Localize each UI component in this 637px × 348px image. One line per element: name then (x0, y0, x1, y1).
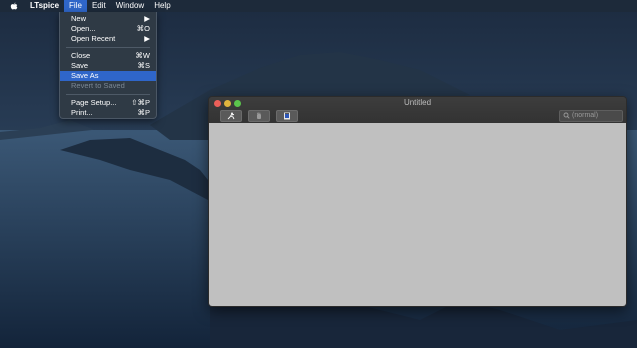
shortcut-label: ⌘O (136, 24, 150, 33)
running-man-icon (227, 112, 235, 120)
run-toolbar-button[interactable] (220, 110, 242, 122)
menu-item-label: Revert to Saved (71, 81, 125, 90)
shortcut-label: ⌘P (137, 108, 150, 117)
apple-icon[interactable] (9, 1, 19, 11)
control-panel-icon (284, 112, 290, 120)
menu-item-save[interactable]: Save ⌘S (60, 61, 156, 71)
menu-file[interactable]: File (64, 0, 87, 12)
search-placeholder: (normal) (572, 112, 599, 119)
menu-item-open[interactable]: Open... ⌘O (60, 24, 156, 34)
menu-help[interactable]: Help (149, 0, 175, 12)
menu-item-label: Page Setup... (71, 98, 117, 107)
menu-item-label: Open Recent (71, 34, 116, 43)
ltspice-window: Untitled (normal) (208, 96, 627, 307)
menu-item-open-recent[interactable]: Open Recent ▶ (60, 34, 156, 44)
menu-item-new[interactable]: New ▶ (60, 14, 156, 24)
control-panel-toolbar-button[interactable] (276, 110, 298, 122)
window-title: Untitled (403, 98, 432, 107)
menu-window[interactable]: Window (111, 0, 149, 12)
menu-item-label: Save As (71, 71, 99, 80)
search-field[interactable]: (normal) (559, 110, 623, 122)
submenu-arrow-icon: ▶ (144, 14, 150, 23)
menu-item-page-setup[interactable]: Page Setup... ⇧⌘P (60, 98, 156, 108)
menu-item-save-as[interactable]: Save As (60, 71, 156, 81)
window-titlebar[interactable]: Untitled (normal) (209, 97, 626, 123)
menu-edit[interactable]: Edit (87, 0, 111, 12)
menu-item-label: Open... (71, 24, 96, 33)
menu-item-revert-to-saved: Revert to Saved (60, 81, 156, 91)
submenu-arrow-icon: ▶ (144, 34, 150, 43)
halt-toolbar-button[interactable] (248, 110, 270, 122)
menu-item-label: Close (71, 51, 91, 60)
menu-item-label: Print... (71, 108, 93, 117)
file-menu-dropdown: New ▶ Open... ⌘O Open Recent ▶ Close ⌘W … (59, 12, 157, 119)
shortcut-label: ⌘W (135, 51, 150, 60)
hand-icon (257, 112, 261, 119)
app-menu-ltspice[interactable]: LTspice (25, 0, 64, 12)
menu-item-close[interactable]: Close ⌘W (60, 51, 156, 61)
search-icon (563, 112, 570, 123)
schematic-canvas[interactable] (209, 123, 626, 306)
menu-item-print[interactable]: Print... ⌘P (60, 108, 156, 118)
menu-item-label: Save (71, 61, 89, 70)
shortcut-label: ⇧⌘P (131, 98, 150, 107)
menu-item-label: New (71, 14, 87, 23)
menu-separator (66, 94, 150, 95)
shortcut-label: ⌘S (137, 61, 150, 70)
menu-bar: LTspice File Edit Window Help (0, 0, 637, 12)
menu-separator (66, 47, 150, 48)
